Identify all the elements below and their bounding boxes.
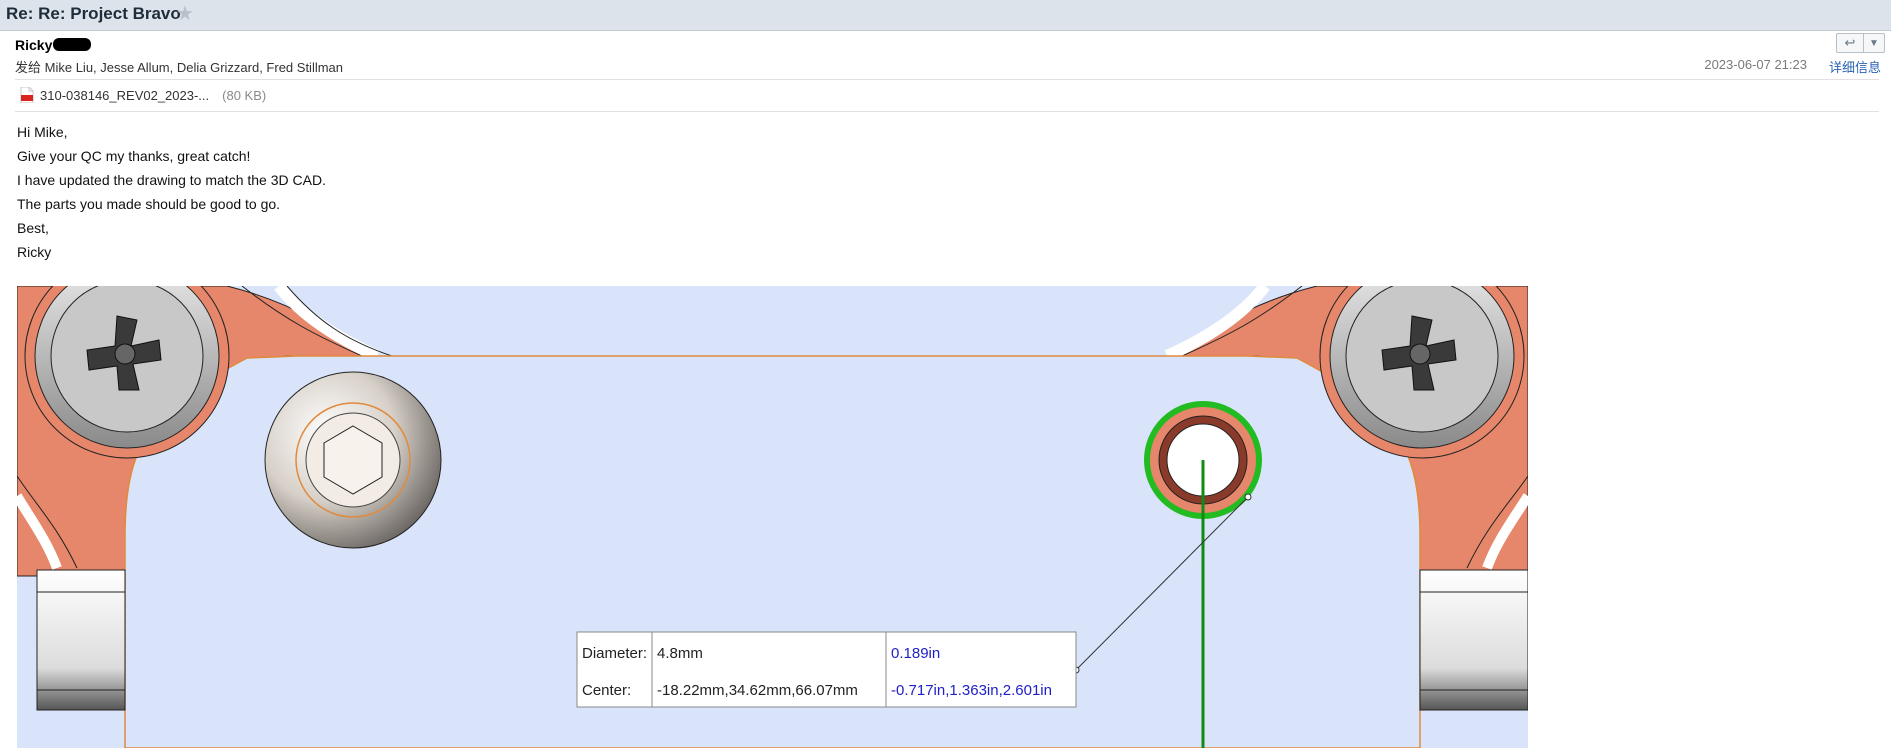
leader-anchor: [1244, 493, 1252, 501]
body-line: Best,: [17, 220, 49, 236]
pdf-file-icon: [20, 86, 34, 104]
message-actions: ↩ ▼: [1836, 33, 1885, 53]
email-datetime: 2023-06-07 21:23: [1704, 57, 1807, 72]
title-bar: Re: Re: Project Bravo ★: [0, 0, 1891, 31]
cad-drawing-image: Diameter: 4.8mm 0.189in Center: -18.22mm…: [17, 286, 1528, 748]
chevron-down-icon[interactable]: ▼: [1863, 34, 1884, 52]
body-line: The parts you made should be good to go.: [17, 196, 281, 212]
side-block-left: [36, 569, 126, 711]
diameter-label: Diameter:: [582, 645, 647, 662]
details-link[interactable]: 详细信息: [1829, 57, 1881, 76]
recipients-list: Mike Liu, Jesse Allum, Delia Grizzard, F…: [44, 60, 344, 75]
body-line: Ricky: [17, 244, 52, 260]
attachment-item[interactable]: 310-038146_REV02_2023-... (80 KB): [20, 86, 267, 104]
body-line: I have updated the drawing to match the …: [17, 172, 326, 188]
star-icon[interactable]: ★: [176, 1, 194, 26]
email-body: Hi Mike, Give your QC my thanks, great c…: [17, 120, 326, 264]
attachment-size: (80 KB): [222, 87, 267, 103]
socket-cap-screw: [264, 371, 442, 549]
sender-name: Ricky: [15, 37, 53, 53]
body-line: Give your QC my thanks, great catch!: [17, 148, 251, 164]
attachment-name: 310-038146_REV02_2023-...: [40, 87, 210, 103]
header-divider: [15, 79, 1879, 80]
measurement-table: Diameter: 4.8mm 0.189in Center: -18.22mm…: [576, 631, 1077, 708]
center-mm: -18.22mm,34.62mm,66.07mm: [657, 682, 858, 699]
recipients-prefix: 发给: [15, 60, 42, 75]
body-line: Hi Mike,: [17, 124, 68, 140]
recipients-line: 发给 Mike Liu, Jesse Allum, Delia Grizzard…: [15, 57, 343, 76]
attachment-divider: [15, 111, 1879, 112]
center-label: Center:: [582, 682, 631, 699]
side-block-right: [1419, 569, 1528, 711]
cad-drawing-svg: Diameter: 4.8mm 0.189in Center: -18.22mm…: [17, 286, 1528, 748]
redacted-mark: [53, 38, 91, 51]
reply-icon[interactable]: ↩: [1837, 34, 1863, 52]
diameter-mm: 4.8mm: [657, 645, 703, 662]
center-in: -0.717in,1.363in,2.601in: [891, 682, 1052, 699]
email-subject: Re: Re: Project Bravo: [6, 4, 181, 23]
diameter-in: 0.189in: [891, 645, 940, 662]
